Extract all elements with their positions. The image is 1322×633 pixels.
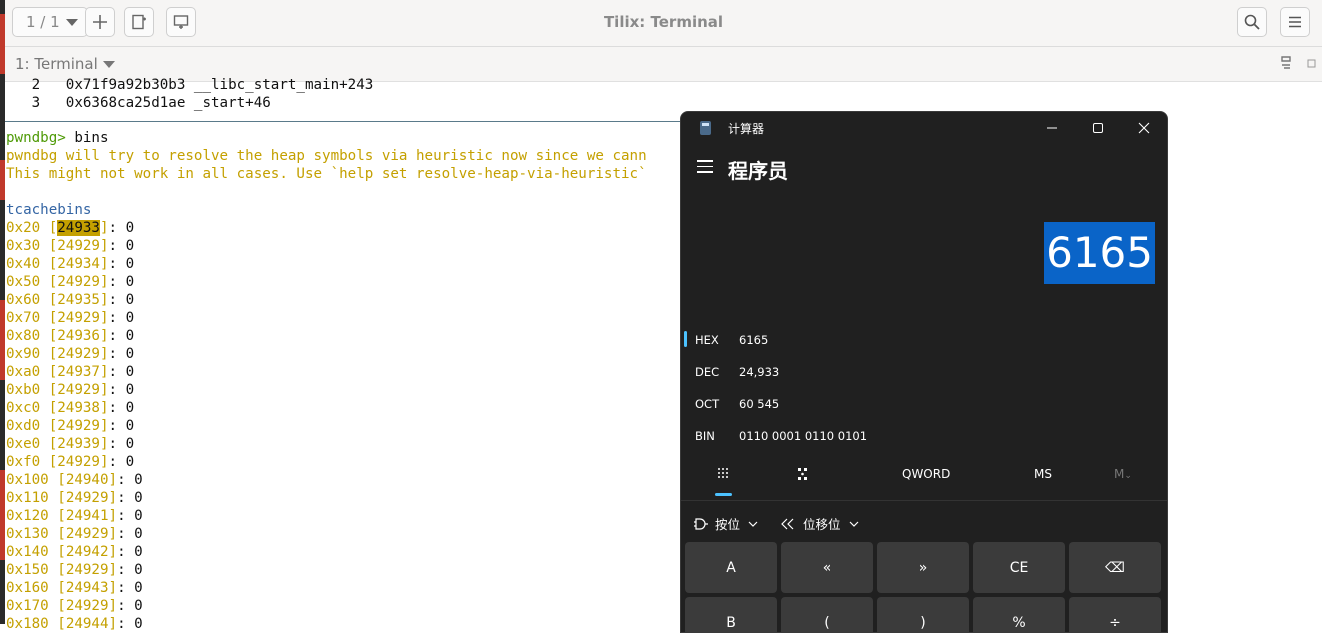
bin-row: 0x130 [24929]: 0 (6, 526, 143, 542)
selected-radix-indicator (684, 331, 687, 347)
word-size-button[interactable]: QWORD (902, 467, 950, 481)
radix-oct[interactable]: OCT 60 545 (681, 389, 1167, 419)
full-keypad-tab[interactable] (717, 467, 729, 484)
bit-keypad-icon (798, 468, 807, 480)
bin-row: 0x20 [24933]: 0 (6, 220, 135, 236)
maximize-button[interactable] (1075, 112, 1121, 144)
bin-row: 0xd0 [24929]: 0 (6, 418, 135, 434)
calculator-app-icon (700, 121, 711, 135)
terminal-tab-name[interactable]: 1: Terminal (15, 55, 98, 73)
key-open-paren[interactable]: ( (781, 597, 873, 632)
key-divide[interactable]: ÷ (1069, 597, 1161, 632)
keypad-icon (718, 468, 728, 478)
context-separator (5, 121, 705, 122)
prompt: pwndbg> (6, 130, 66, 146)
key-left-shift[interactable]: « (781, 542, 873, 593)
bin-row: 0x140 [24942]: 0 (6, 544, 143, 560)
key-b[interactable]: B (685, 597, 777, 632)
keypad-tabs: QWORD MS M⌄ (681, 457, 1167, 497)
bin-row: 0x110 [24929]: 0 (6, 490, 143, 506)
key-backspace[interactable]: ⌫ (1069, 542, 1161, 593)
calculator-titlebar: 计算器 (681, 112, 1167, 144)
bin-row: 0x40 [24934]: 0 (6, 256, 135, 272)
key-close-paren[interactable]: ) (877, 597, 969, 632)
maximize-terminal-icon[interactable] (1307, 59, 1316, 68)
tilix-headerbar: 1 / 1 Tilix: Terminal (5, 0, 1322, 47)
memory-store-button[interactable]: MS (1034, 467, 1052, 481)
warning-line: This might not work in all cases. Use `h… (6, 166, 647, 182)
bit-toggling-keypad-tab[interactable] (797, 467, 809, 484)
bitwise-dropdown[interactable]: 按位 (693, 514, 758, 533)
maximize-icon (1093, 123, 1103, 133)
bin-row: 0xa0 [24937]: 0 (6, 364, 135, 380)
bin-row: 0x80 [24936]: 0 (6, 328, 135, 344)
bin-row: 0x60 [24935]: 0 (6, 292, 135, 308)
command: bins (74, 130, 109, 146)
key-right-shift[interactable]: » (877, 542, 969, 593)
bin-row: 0x120 [24941]: 0 (6, 508, 143, 524)
calculator-window: 计算器 程序员 6165 HEX 6165 DEC 24,933 OCT 60 … (680, 111, 1168, 633)
bin-row: 0x180 [24944]: 0 (6, 616, 143, 632)
logic-gate-icon (694, 517, 708, 530)
calculator-title: 计算器 (728, 122, 765, 136)
divider (681, 500, 1167, 501)
active-tab-indicator (715, 493, 732, 496)
prompt-line: pwndbg> bins (6, 129, 109, 147)
hamburger-icon (1289, 16, 1301, 28)
backtrace-line: 2 0x71f9a92b30b3 __libc_start_main+243 (31, 77, 374, 93)
bin-row: 0x30 [24929]: 0 (6, 238, 135, 254)
selected-text: 24933 (57, 220, 100, 236)
tcachebins-heading: tcachebins (6, 202, 92, 218)
bin-row: 0x170 [24929]: 0 (6, 598, 143, 614)
menu-button[interactable] (1280, 7, 1310, 37)
key-clear-entry[interactable]: CE (973, 542, 1065, 593)
close-button[interactable] (1121, 112, 1167, 144)
bin-row: 0xb0 [24929]: 0 (6, 382, 135, 398)
bitshift-icon (781, 518, 794, 529)
sync-input-icon[interactable] (1280, 55, 1292, 71)
backtrace-line: 3 0x6368ca25d1ae _start+46 (31, 95, 271, 111)
window-title: Tilix: Terminal (603, 13, 724, 31)
chevron-down-icon (849, 521, 858, 527)
bin-row: 0x90 [24929]: 0 (6, 346, 135, 362)
radix-hex[interactable]: HEX 6165 (681, 325, 1167, 355)
bin-row: 0x150 [24929]: 0 (6, 562, 143, 578)
memory-recall-button[interactable]: M⌄ (1114, 467, 1132, 481)
calculator-display[interactable]: 6165 (1044, 222, 1155, 284)
radix-bin[interactable]: BIN 0110 0001 0110 0101 (681, 421, 1167, 451)
search-button[interactable] (1237, 7, 1267, 37)
warning-line: pwndbg will try to resolve the heap symb… (6, 148, 647, 164)
bin-row: 0xf0 [24929]: 0 (6, 454, 135, 470)
bin-row: 0x50 [24929]: 0 (6, 274, 135, 290)
bin-row: 0xe0 [24939]: 0 (6, 436, 135, 452)
calculator-mode-title: 程序员 (728, 159, 788, 183)
close-icon (1138, 122, 1150, 134)
bitshift-dropdown[interactable]: 位移位 (781, 514, 859, 533)
key-a[interactable]: A (685, 542, 777, 593)
bin-row: 0x100 [24940]: 0 (6, 472, 143, 488)
minimize-button[interactable] (1029, 112, 1075, 144)
chevron-down-icon (748, 521, 758, 527)
bin-row: 0x70 [24929]: 0 (6, 310, 135, 326)
minimize-icon (1047, 127, 1057, 129)
chevron-down-icon[interactable] (103, 61, 115, 68)
bitwise-operations-row: 按位 位移位 (681, 504, 1167, 538)
search-icon (1244, 14, 1260, 30)
bin-row: 0xc0 [24938]: 0 (6, 400, 135, 416)
radix-dec[interactable]: DEC 24,933 (681, 357, 1167, 387)
navigation-menu-button[interactable] (697, 160, 713, 177)
key-modulo[interactable]: % (973, 597, 1065, 632)
bin-row: 0x160 [24943]: 0 (6, 580, 143, 596)
